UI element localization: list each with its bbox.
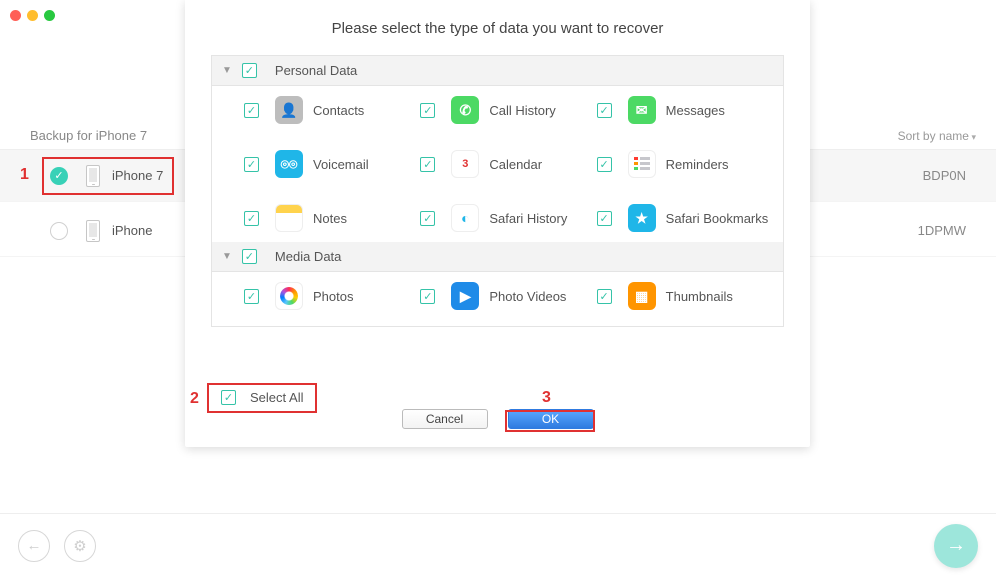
checkbox[interactable] bbox=[244, 211, 259, 226]
window-controls bbox=[10, 10, 55, 21]
item-safari-bookmarks[interactable]: ★ Safari Bookmarks bbox=[597, 204, 773, 232]
media-data-grid: Photos ▶ Photo Videos ▦ Thumbnails bbox=[212, 272, 783, 326]
checkbox[interactable] bbox=[597, 289, 612, 304]
item-label: Notes bbox=[313, 211, 347, 226]
item-label: Reminders bbox=[666, 157, 729, 172]
cancel-button[interactable]: Cancel bbox=[402, 409, 488, 429]
annotation-1: 1 bbox=[20, 166, 29, 184]
item-safari-history[interactable]: ◐ Safari History bbox=[420, 204, 596, 232]
minimize-icon[interactable] bbox=[27, 10, 38, 21]
safari-bookmarks-icon: ★ bbox=[628, 204, 656, 232]
calendar-icon: 3 bbox=[451, 150, 479, 178]
next-button[interactable]: → bbox=[934, 524, 978, 568]
item-label: Messages bbox=[666, 103, 725, 118]
sort-by-name[interactable]: Sort by name bbox=[898, 129, 976, 143]
item-call-history[interactable]: ✆ Call History bbox=[420, 96, 596, 124]
item-messages[interactable]: ✉ Messages bbox=[597, 96, 773, 124]
close-icon[interactable] bbox=[10, 10, 21, 21]
zoom-icon[interactable] bbox=[44, 10, 55, 21]
photos-icon bbox=[275, 282, 303, 310]
backup-title: Backup for iPhone 7 bbox=[30, 128, 147, 143]
checkbox[interactable] bbox=[420, 157, 435, 172]
checkbox[interactable] bbox=[244, 289, 259, 304]
item-label: Thumbnails bbox=[666, 289, 733, 304]
chevron-down-icon: ▼ bbox=[222, 65, 232, 76]
annotation-3: 3 bbox=[542, 389, 551, 407]
photo-videos-icon: ▶ bbox=[451, 282, 479, 310]
annotation-1-box bbox=[42, 157, 174, 195]
notes-icon bbox=[275, 204, 303, 232]
item-label: Photo Videos bbox=[489, 289, 566, 304]
settings-button[interactable]: ⚙ bbox=[64, 530, 96, 562]
checkbox[interactable] bbox=[242, 249, 257, 264]
item-label: Calendar bbox=[489, 157, 542, 172]
item-notes[interactable]: Notes bbox=[244, 204, 420, 232]
annotation-2: 2 bbox=[190, 390, 199, 408]
item-voicemail[interactable]: ⌾⌾ Voicemail bbox=[244, 150, 420, 178]
item-label: Safari Bookmarks bbox=[666, 211, 769, 226]
phone-icon bbox=[86, 220, 100, 242]
checkbox[interactable] bbox=[597, 211, 612, 226]
item-label: Photos bbox=[313, 289, 353, 304]
checkbox[interactable] bbox=[420, 289, 435, 304]
phone-icon: ✆ bbox=[451, 96, 479, 124]
group-personal-data[interactable]: ▼ Personal Data bbox=[212, 56, 783, 86]
chevron-down-icon: ▼ bbox=[222, 251, 232, 262]
checkbox[interactable] bbox=[420, 211, 435, 226]
item-contacts[interactable]: 👤 Contacts bbox=[244, 96, 420, 124]
annotation-2-box bbox=[207, 383, 317, 413]
group-label: Personal Data bbox=[275, 63, 357, 78]
device-unselected-icon: ✓ bbox=[50, 222, 68, 240]
device-serial: BDP0N bbox=[923, 168, 966, 183]
group-media-data[interactable]: ▼ Media Data bbox=[212, 242, 783, 272]
item-thumbnails[interactable]: ▦ Thumbnails bbox=[597, 282, 773, 310]
checkbox[interactable] bbox=[244, 157, 259, 172]
item-photo-videos[interactable]: ▶ Photo Videos bbox=[420, 282, 596, 310]
item-reminders[interactable]: Reminders bbox=[597, 150, 773, 178]
annotation-3-box bbox=[505, 410, 595, 432]
personal-data-grid: 👤 Contacts ✆ Call History ✉ Messages ⌾⌾ Voic… bbox=[212, 86, 783, 242]
thumbnails-icon: ▦ bbox=[628, 282, 656, 310]
contacts-icon: 👤 bbox=[275, 96, 303, 124]
bottom-bar: ← ⚙ → bbox=[0, 513, 996, 577]
device-name: iPhone bbox=[112, 223, 152, 238]
checkbox[interactable] bbox=[597, 103, 612, 118]
back-button[interactable]: ← bbox=[18, 530, 50, 562]
recover-modal: Please select the type of data you want … bbox=[185, 0, 810, 447]
checkbox[interactable] bbox=[242, 63, 257, 78]
item-label: Contacts bbox=[313, 103, 364, 118]
voicemail-icon: ⌾⌾ bbox=[275, 150, 303, 178]
reminders-icon bbox=[628, 150, 656, 178]
checkbox[interactable] bbox=[597, 157, 612, 172]
item-label: Voicemail bbox=[313, 157, 369, 172]
checkbox[interactable] bbox=[420, 103, 435, 118]
item-label: Safari History bbox=[489, 211, 567, 226]
device-serial: 1DPMW bbox=[918, 223, 966, 238]
item-calendar[interactable]: 3 Calendar bbox=[420, 150, 596, 178]
safari-history-icon: ◐ bbox=[451, 204, 479, 232]
group-label: Media Data bbox=[275, 249, 341, 264]
checkbox[interactable] bbox=[244, 103, 259, 118]
modal-title: Please select the type of data you want … bbox=[185, 0, 810, 55]
item-label: Call History bbox=[489, 103, 555, 118]
data-type-list: ▼ Personal Data 👤 Contacts ✆ Call History … bbox=[211, 55, 784, 327]
item-photos[interactable]: Photos bbox=[244, 282, 420, 310]
message-icon: ✉ bbox=[628, 96, 656, 124]
